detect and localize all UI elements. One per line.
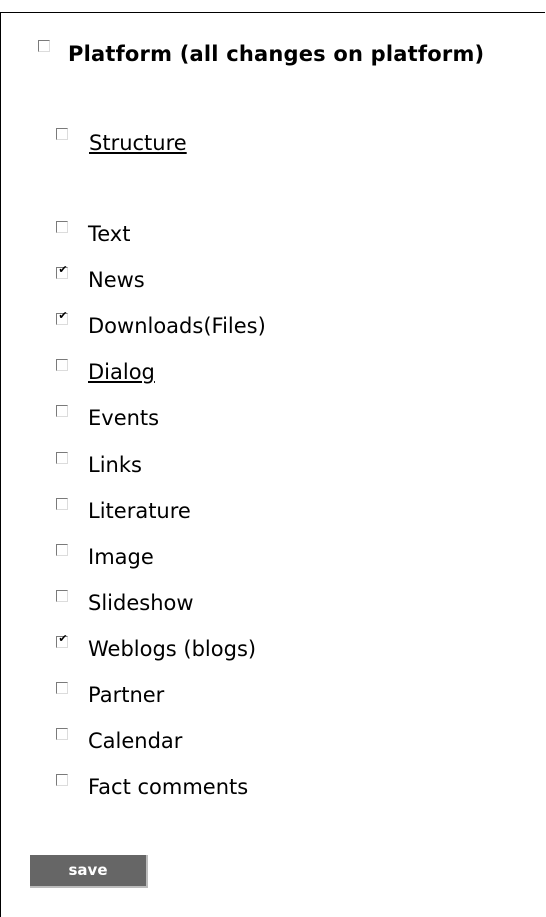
- module-checkbox[interactable]: ✔: [56, 682, 68, 694]
- module-label: Fact comments: [88, 775, 249, 799]
- structure-link[interactable]: Structure: [89, 131, 187, 155]
- module-checkbox[interactable]: ✔: [56, 544, 68, 556]
- module-checkbox[interactable]: ✔: [56, 498, 68, 510]
- module-checkbox[interactable]: ✔: [56, 632, 68, 648]
- module-label: Partner: [88, 683, 165, 707]
- structure-checkbox[interactable]: ✔: [56, 128, 68, 140]
- check-icon: ✔: [58, 632, 68, 645]
- module-checkbox[interactable]: ✔: [56, 728, 68, 740]
- module-label: Text: [88, 222, 131, 246]
- module-checkbox[interactable]: ✔: [56, 405, 68, 417]
- module-label: Literature: [88, 499, 191, 523]
- check-icon: ✔: [58, 263, 68, 276]
- module-label: News: [88, 268, 145, 292]
- module-label: Links: [88, 453, 142, 477]
- module-checkbox[interactable]: ✔: [56, 263, 68, 279]
- module-link[interactable]: Dialog: [88, 360, 155, 384]
- module-checkbox[interactable]: ✔: [56, 359, 68, 371]
- module-checkbox[interactable]: ✔: [56, 774, 68, 786]
- module-label: Calendar: [88, 729, 183, 753]
- module-checkbox[interactable]: ✔: [56, 452, 68, 464]
- module-checkbox[interactable]: ✔: [56, 309, 68, 325]
- module-checkbox[interactable]: ✔: [56, 590, 68, 602]
- check-icon: ✔: [58, 309, 68, 322]
- module-label: Image: [88, 545, 154, 569]
- module-checkbox[interactable]: ✔: [56, 221, 68, 233]
- module-label: Events: [88, 406, 160, 430]
- platform-label: Platform (all changes on platform): [68, 42, 485, 66]
- module-label: Downloads(Files): [88, 314, 266, 338]
- permissions-panel: [0, 12, 545, 917]
- platform-checkbox[interactable]: ✔: [38, 40, 50, 52]
- module-label: Weblogs (blogs): [88, 637, 257, 661]
- module-label: Slideshow: [88, 591, 194, 615]
- save-button[interactable]: save: [30, 855, 148, 888]
